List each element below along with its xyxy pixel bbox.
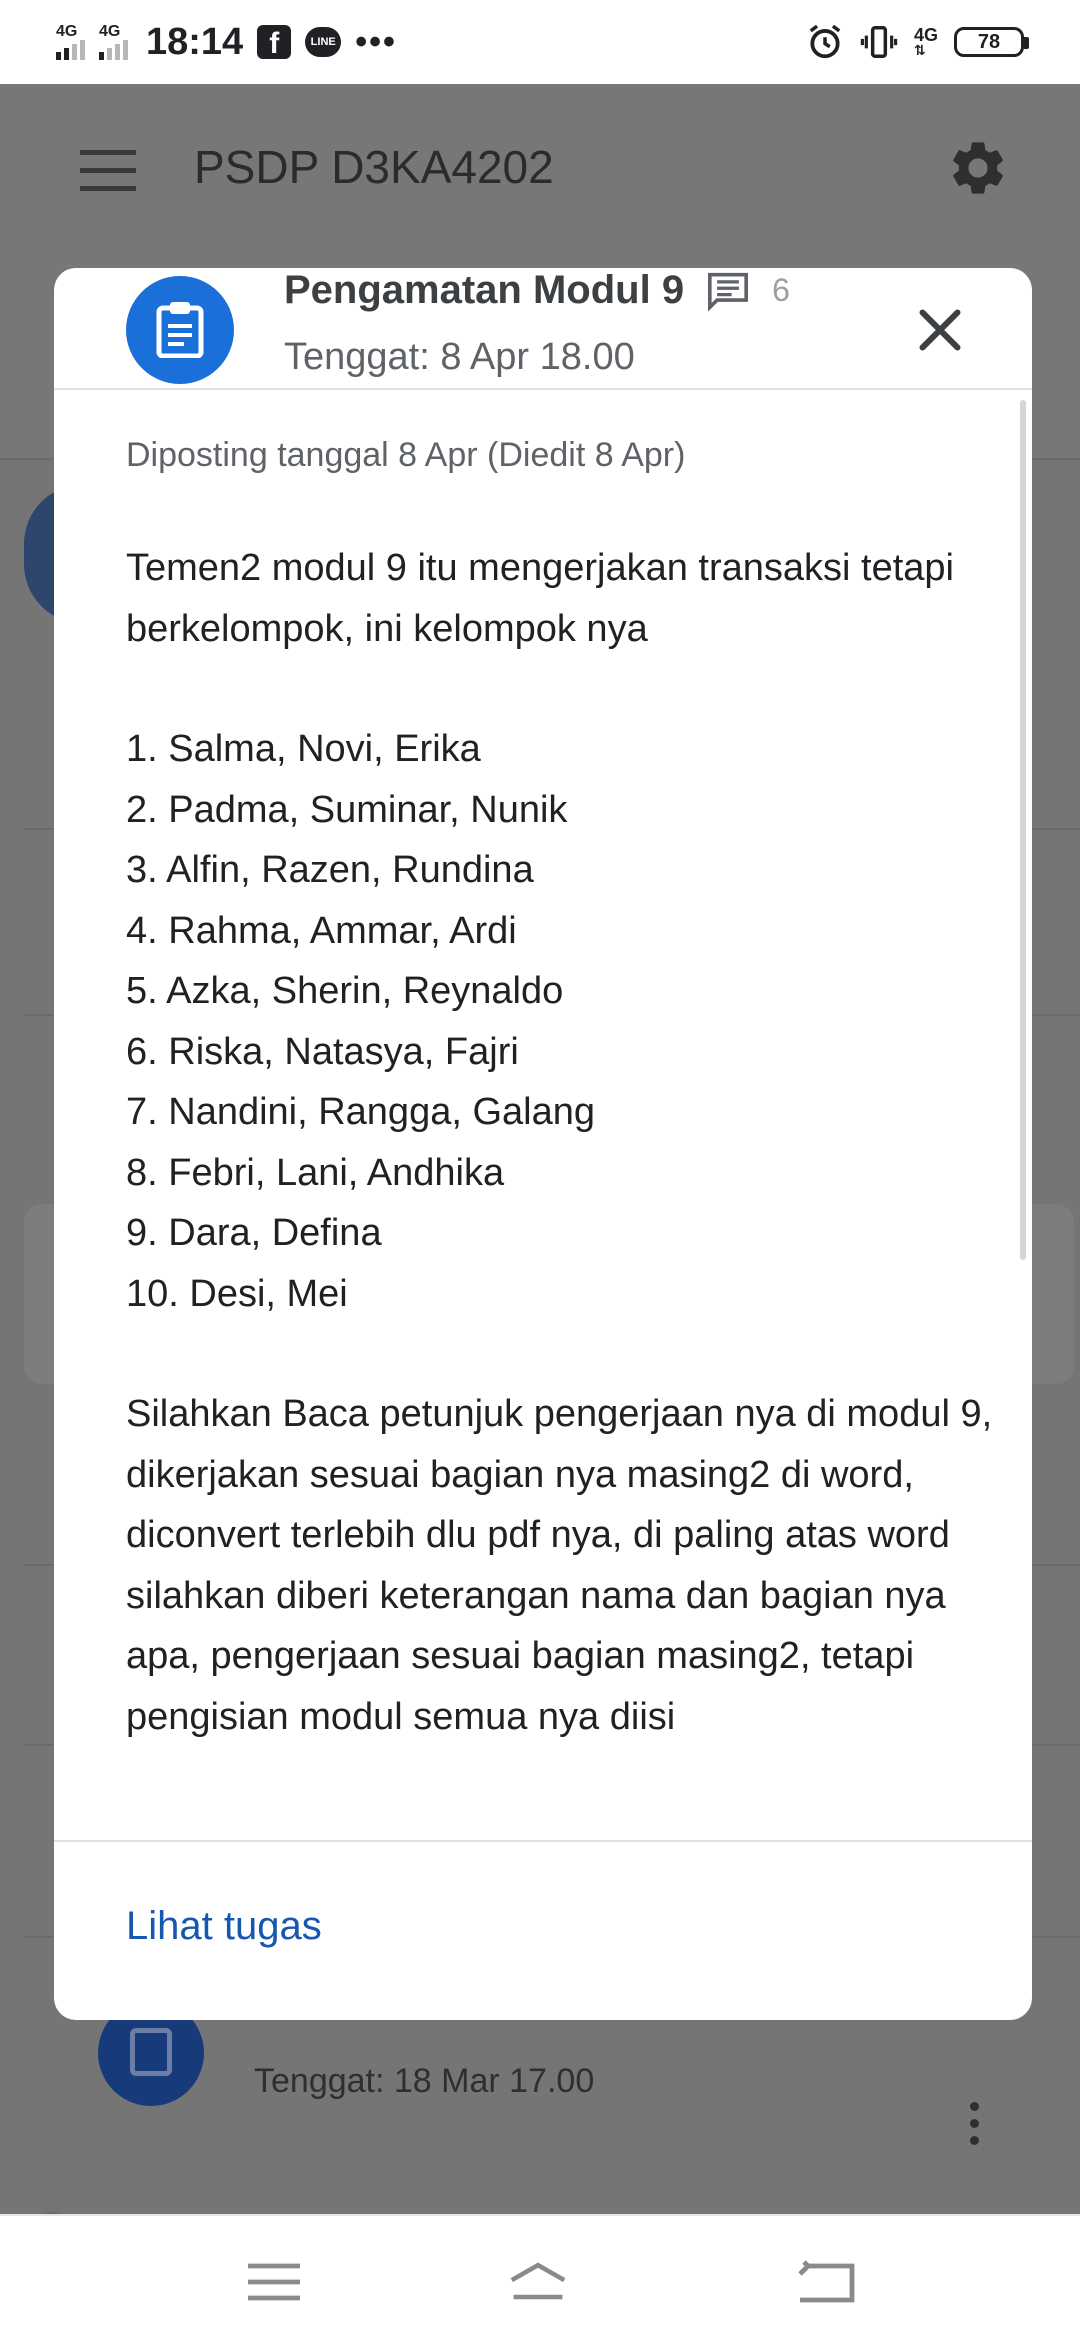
- back-icon[interactable]: [796, 2260, 856, 2304]
- network-type-label: 4G: [56, 23, 78, 40]
- dialog-body[interactable]: Diposting tanggal 8 Apr (Diedit 8 Apr) T…: [54, 390, 1032, 1840]
- assignment-description: Temen2 modul 9 itu mengerjakan transaksi…: [126, 538, 1006, 1747]
- assignment-dialog: Pengamatan Modul 9 6 Tenggat: 8 Apr 18.0…: [54, 268, 1032, 2020]
- status-bar: 4G 4G 18:14 f LINE ••• 4G ⇅ 78: [0, 0, 1080, 84]
- intro-text: Temen2 modul 9 itu mengerjakan transaksi…: [126, 547, 955, 650]
- group-item: 2. Padma, Suminar, Nunik: [126, 788, 568, 831]
- assignment-title: Pengamatan Modul 9: [284, 268, 685, 312]
- group-item: 1. Salma, Novi, Erika: [126, 728, 481, 770]
- group-item: 3. Alfin, Razen, Rundina: [126, 849, 534, 891]
- home-icon[interactable]: [508, 2260, 568, 2304]
- vibrate-icon: [860, 26, 898, 58]
- group-item: 10. Desi, Mei: [126, 1272, 348, 1315]
- group-item: 5. Azka, Sherin, Reynaldo: [126, 970, 564, 1012]
- hamburger-icon[interactable]: [80, 150, 136, 191]
- more-vert-icon[interactable]: [970, 2102, 980, 2153]
- network-type-label: 4G: [99, 23, 121, 40]
- group-item: 9. Dara, Defina: [126, 1212, 382, 1254]
- network-type-label: 4G: [913, 25, 938, 45]
- assignment-icon: [126, 276, 234, 384]
- signal-indicator-1: 4G: [56, 24, 85, 60]
- group-item: 4. Rahma, Ammar, Ardi: [126, 909, 517, 952]
- line-icon: LINE: [305, 27, 342, 57]
- dialog-title-row: Pengamatan Modul 9 6: [284, 268, 790, 313]
- battery-icon: 78: [954, 27, 1029, 57]
- posted-info: Diposting tanggal 8 Apr (Diedit 8 Apr): [126, 436, 686, 474]
- alarm-icon: [809, 24, 841, 59]
- due-date: Tenggat: 8 Apr 18.00: [284, 336, 635, 378]
- more-dots-icon: •••: [355, 22, 397, 61]
- battery-level: 78: [977, 30, 1001, 53]
- facebook-icon: f: [257, 25, 292, 59]
- instructions-text: Silahkan Baca petunjuk pengerjaan nya di…: [126, 1393, 993, 1738]
- dialog-scrollbar[interactable]: [1020, 400, 1026, 1260]
- group-item: 8. Febri, Lani, Andhika: [126, 1151, 505, 1194]
- clock: 18:14: [146, 20, 244, 63]
- navigation-bar: [0, 2214, 1080, 2342]
- comment-icon: [708, 272, 749, 311]
- mobile-data-indicator: 4G ⇅: [913, 25, 938, 58]
- gear-icon[interactable]: [946, 136, 1010, 200]
- signal-indicator-2: 4G: [99, 24, 128, 60]
- stream-item-due: Tenggat: 18 Mar 17.00: [254, 2062, 595, 2100]
- recents-menu-icon[interactable]: [244, 2260, 304, 2304]
- class-title: PSDP D3KA4202: [194, 141, 554, 193]
- close-icon[interactable]: [910, 300, 970, 360]
- signal-icon: [99, 40, 128, 60]
- group-item: 6. Riska, Natasya, Fajri: [126, 1030, 519, 1073]
- comment-count: 6: [772, 272, 790, 308]
- view-assignment-button[interactable]: Lihat tugas: [126, 1904, 322, 1949]
- dialog-footer: Lihat tugas: [54, 1840, 1032, 2020]
- group-item: 7. Nandini, Rangga, Galang: [126, 1091, 595, 1133]
- data-arrows-icon: ⇅: [913, 42, 926, 58]
- signal-icon: [56, 40, 85, 60]
- dialog-header: Pengamatan Modul 9 6 Tenggat: 8 Apr 18.0…: [54, 268, 1032, 390]
